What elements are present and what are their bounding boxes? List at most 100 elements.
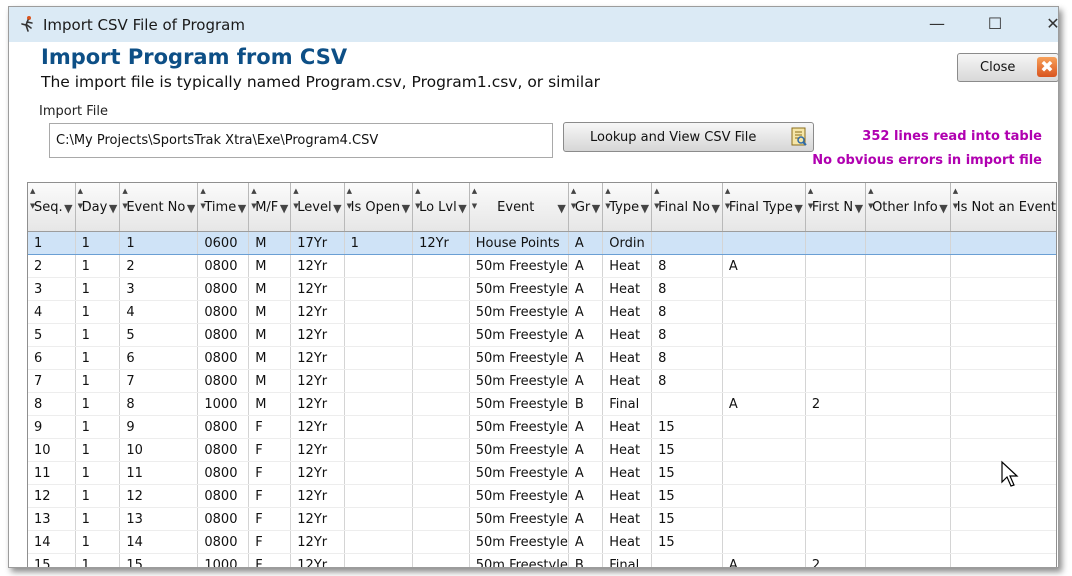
table-cell[interactable]: [865, 231, 951, 255]
table-cell[interactable]: F: [248, 553, 292, 567]
table-cell[interactable]: 1: [75, 300, 121, 324]
table-cell[interactable]: 15: [119, 553, 199, 567]
table-cell[interactable]: 0800: [197, 461, 250, 485]
table-cell[interactable]: [950, 300, 1056, 324]
table-cell[interactable]: 14: [119, 530, 199, 554]
table-row[interactable]: 6 1 6 0800 M 12Yr 50m Freestyle A Heat 8: [28, 346, 1056, 370]
table-cell[interactable]: Heat: [602, 254, 653, 278]
table-cell[interactable]: [805, 484, 867, 508]
column-header[interactable]: ▲ ▼ Other Info ▼: [865, 183, 951, 232]
table-cell[interactable]: 3: [28, 277, 76, 301]
table-cell[interactable]: [950, 346, 1056, 370]
table-cell[interactable]: 2: [28, 254, 76, 278]
table-row[interactable]: 4 1 4 0800 M 12Yr 50m Freestyle A Heat 8: [28, 300, 1056, 324]
table-cell[interactable]: [344, 484, 414, 508]
table-cell[interactable]: 12Yr: [290, 484, 345, 508]
table-cell[interactable]: 13: [28, 507, 76, 531]
table-cell[interactable]: 1: [75, 346, 121, 370]
table-cell[interactable]: 5: [119, 323, 199, 347]
table-cell[interactable]: M: [248, 369, 292, 393]
table-cell[interactable]: [865, 438, 951, 462]
table-cell[interactable]: 12Yr: [290, 277, 345, 301]
table-cell[interactable]: 13: [119, 507, 199, 531]
table-cell[interactable]: A: [568, 369, 604, 393]
table-row[interactable]: 12 1 12 0800 F 12Yr 50m Freestyle A Heat 15: [28, 484, 1056, 508]
filter-icon[interactable]: ▼: [557, 201, 565, 216]
column-header[interactable]: ▲ ▼ Lo Lvl ▼: [412, 183, 470, 232]
table-cell[interactable]: 50m Freestyle: [469, 484, 569, 508]
table-cell[interactable]: [865, 300, 951, 324]
table-row[interactable]: 2 1 2 0800 M 12Yr 50m Freestyle A Heat 8 A: [28, 254, 1056, 278]
table-cell[interactable]: 1: [75, 277, 121, 301]
table-cell[interactable]: 0800: [197, 438, 250, 462]
table-cell[interactable]: 1: [75, 461, 121, 485]
table-cell[interactable]: [805, 530, 867, 554]
table-cell[interactable]: [950, 415, 1056, 439]
table-cell[interactable]: [950, 553, 1056, 567]
table-cell[interactable]: 17Yr: [290, 231, 345, 255]
table-cell[interactable]: 1: [75, 415, 121, 439]
table-cell[interactable]: A: [568, 323, 604, 347]
table-cell[interactable]: [950, 369, 1056, 393]
table-cell[interactable]: Heat: [602, 415, 653, 439]
table-cell[interactable]: [722, 507, 806, 531]
table-cell[interactable]: F: [248, 507, 292, 531]
table-cell[interactable]: 5: [28, 323, 76, 347]
table-cell[interactable]: [344, 323, 414, 347]
table-cell[interactable]: [344, 507, 414, 531]
table-cell[interactable]: 2: [119, 254, 199, 278]
table-cell[interactable]: 12Yr: [290, 415, 345, 439]
sort-icon[interactable]: ▲ ▼: [868, 184, 873, 214]
table-cell[interactable]: 15: [651, 415, 723, 439]
filter-icon[interactable]: ▼: [794, 201, 802, 216]
sort-icon[interactable]: ▲ ▼: [293, 184, 298, 214]
table-cell[interactable]: M: [248, 254, 292, 278]
sort-icon[interactable]: ▲ ▼: [415, 184, 420, 214]
table-cell[interactable]: [412, 323, 470, 347]
table-cell[interactable]: Heat: [602, 484, 653, 508]
table-cell[interactable]: [412, 369, 470, 393]
table-cell[interactable]: [865, 254, 951, 278]
table-row[interactable]: 13 1 13 0800 F 12Yr 50m Freestyle A Heat 15: [28, 507, 1056, 531]
table-cell[interactable]: [412, 415, 470, 439]
program-table[interactable]: ▲ ▼ Seq. ▼ ▲ ▼ Day ▼ ▲ ▼ Event No ▼ ▲ ▼ Time ▼ ▲ ▼ M/F ▼ ▲ ▼ L…: [27, 182, 1057, 567]
table-cell[interactable]: 0800: [197, 277, 250, 301]
table-cell[interactable]: 12Yr: [290, 530, 345, 554]
table-cell[interactable]: [412, 254, 470, 278]
table-cell[interactable]: 6: [119, 346, 199, 370]
table-cell[interactable]: 50m Freestyle: [469, 507, 569, 531]
table-row[interactable]: 3 1 3 0800 M 12Yr 50m Freestyle A Heat 8: [28, 277, 1056, 301]
table-cell[interactable]: A: [722, 254, 806, 278]
table-cell[interactable]: Heat: [602, 369, 653, 393]
table-row[interactable]: 11 1 11 0800 F 12Yr 50m Freestyle A Heat 15: [28, 461, 1056, 485]
table-cell[interactable]: 0600: [197, 231, 250, 255]
table-cell[interactable]: M: [248, 392, 292, 416]
table-cell[interactable]: 8: [651, 254, 723, 278]
table-cell[interactable]: 0800: [197, 415, 250, 439]
table-cell[interactable]: [344, 530, 414, 554]
table-cell[interactable]: [722, 530, 806, 554]
table-cell[interactable]: Heat: [602, 438, 653, 462]
table-cell[interactable]: [950, 323, 1056, 347]
table-cell[interactable]: 0800: [197, 484, 250, 508]
table-cell[interactable]: [865, 323, 951, 347]
filter-icon[interactable]: ▼: [402, 201, 410, 216]
table-cell[interactable]: 50m Freestyle: [469, 346, 569, 370]
table-cell[interactable]: A: [568, 300, 604, 324]
close-button[interactable]: Close ✖: [957, 53, 1058, 82]
table-cell[interactable]: 14: [28, 530, 76, 554]
table-cell[interactable]: 8: [119, 392, 199, 416]
table-cell[interactable]: 50m Freestyle: [469, 461, 569, 485]
table-cell[interactable]: 6: [28, 346, 76, 370]
table-cell[interactable]: 50m Freestyle: [469, 369, 569, 393]
table-row[interactable]: 10 1 10 0800 F 12Yr 50m Freestyle A Heat 15: [28, 438, 1056, 462]
table-cell[interactable]: M: [248, 346, 292, 370]
sort-icon[interactable]: ▲ ▼: [725, 184, 730, 214]
table-cell[interactable]: 15: [651, 507, 723, 531]
table-cell[interactable]: Heat: [602, 277, 653, 301]
table-cell[interactable]: [805, 254, 867, 278]
table-cell[interactable]: A: [568, 231, 604, 255]
table-cell[interactable]: 50m Freestyle: [469, 530, 569, 554]
table-cell[interactable]: 3: [119, 277, 199, 301]
table-row[interactable]: 5 1 5 0800 M 12Yr 50m Freestyle A Heat 8: [28, 323, 1056, 347]
